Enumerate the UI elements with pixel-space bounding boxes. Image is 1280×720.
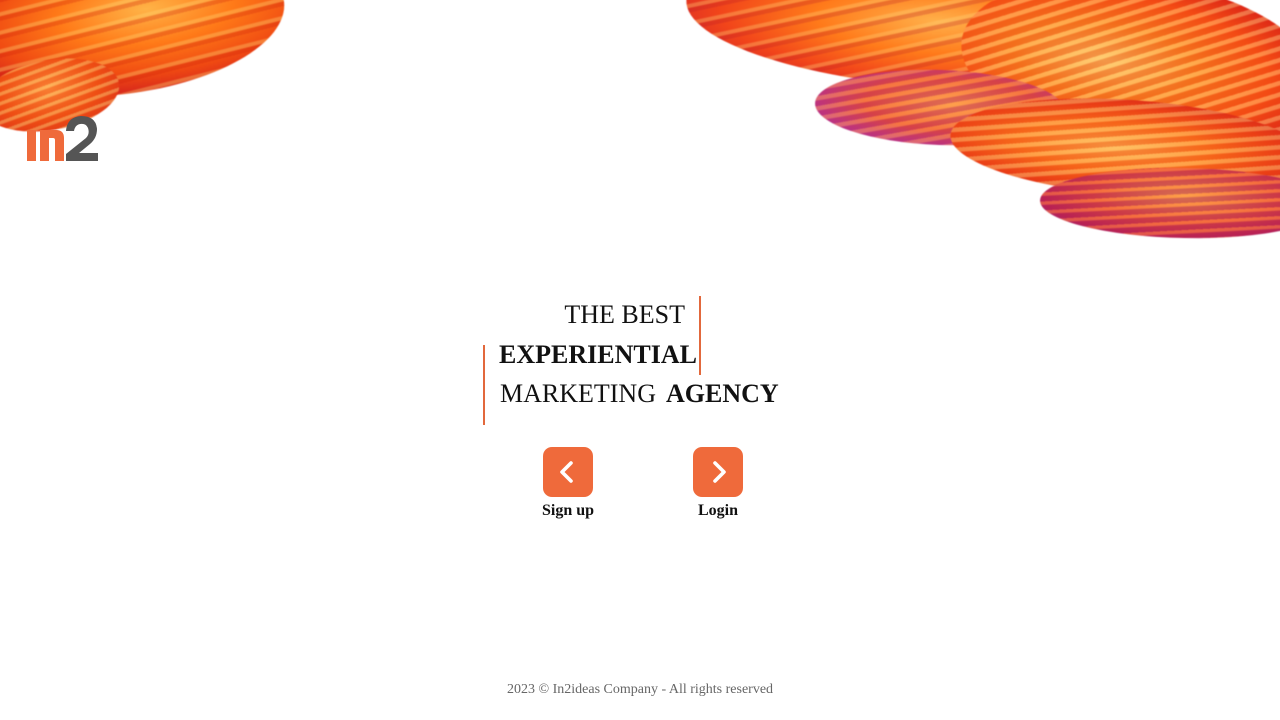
login-button[interactable]: Login (678, 447, 758, 520)
hero-tagline: THE BEST EXPERIENTIAL MARKETING AGENCY (480, 295, 810, 425)
login-icon-button[interactable] (693, 447, 743, 497)
in2-logo[interactable] (26, 114, 102, 164)
chevron-right-icon (713, 461, 726, 483)
tagline-line-3-regular: MARKETING (500, 379, 656, 408)
tagline-line-1: THE BEST (564, 300, 685, 329)
signup-button[interactable]: Sign up (528, 447, 608, 520)
in2-logo-icon (27, 116, 98, 161)
copyright-footer: 2023 © In2ideas Company - All rights res… (506, 682, 774, 697)
landing-page: THE BEST EXPERIENTIAL MARKETING AGENCY Si… (0, 0, 1280, 720)
tagline-line-3-bold: AGENCY (666, 379, 779, 408)
tagline-line-3: MARKETING AGENCY (500, 379, 779, 409)
login-label[interactable]: Login (678, 502, 758, 520)
chevron-left-icon (560, 461, 573, 483)
signup-icon-button[interactable] (543, 447, 593, 497)
accent-divider (699, 296, 701, 375)
accent-divider (483, 345, 485, 425)
signup-label[interactable]: Sign up (528, 502, 608, 520)
tagline-line-2: EXPERIENTIAL (499, 340, 697, 369)
